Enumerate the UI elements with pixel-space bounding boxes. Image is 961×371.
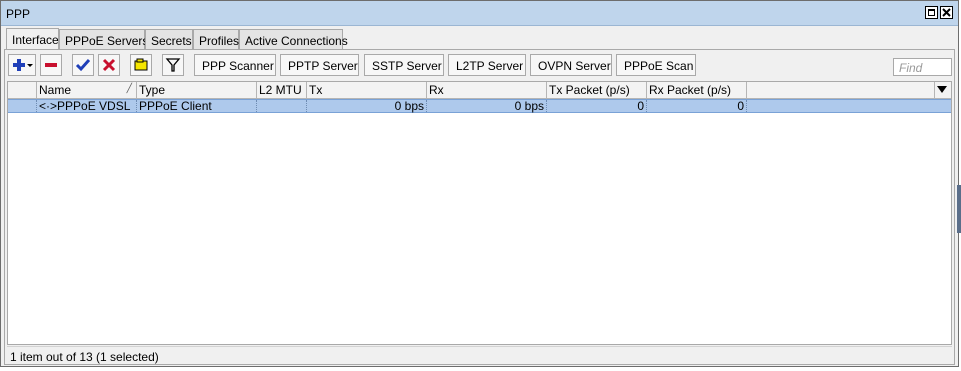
- button-label: PPPoE Scan: [624, 59, 694, 73]
- tab-label: Interface: [12, 33, 59, 47]
- disable-button[interactable]: [98, 54, 120, 76]
- column-header-spacer: [747, 82, 935, 98]
- tab-label: Profiles: [199, 34, 240, 48]
- cell-rx: 0 bps: [427, 100, 547, 112]
- window-title: PPP: [6, 7, 31, 21]
- cell-l2mtu: [257, 100, 307, 112]
- filter-icon: [165, 58, 181, 72]
- comment-icon: [134, 58, 148, 71]
- ppp-scanner-button[interactable]: PPP Scanner: [194, 54, 276, 76]
- column-label: Tx: [309, 83, 323, 97]
- disable-icon: [102, 58, 116, 72]
- button-label: PPP Scanner: [202, 59, 274, 73]
- table-header: Name ╱ Type L2 MTU Tx Rx Tx Packet (p/s) …: [8, 82, 951, 99]
- tab-secrets[interactable]: Secrets: [145, 29, 193, 49]
- interface-table: Name ╱ Type L2 MTU Tx Rx Tx Packet (p/s) …: [7, 81, 952, 345]
- ovpn-server-button[interactable]: OVPN Server: [530, 54, 612, 76]
- tab-content: PPP Scanner PPTP Server SSTP Server L2TP…: [4, 49, 955, 365]
- sstp-server-button[interactable]: SSTP Server: [364, 54, 444, 76]
- button-label: SSTP Server: [372, 59, 442, 73]
- pppoe-scan-button[interactable]: PPPoE Scan: [616, 54, 696, 76]
- title-bar[interactable]: PPP: [1, 1, 958, 26]
- column-label: Rx: [429, 83, 444, 97]
- column-label: Name: [39, 83, 72, 97]
- status-divider: [7, 346, 952, 347]
- tab-label: Secrets: [151, 34, 192, 48]
- column-header-l2mtu[interactable]: L2 MTU: [257, 82, 307, 98]
- remove-button[interactable]: [40, 54, 62, 76]
- maximize-icon[interactable]: [925, 6, 938, 19]
- column-label: Tx Packet (p/s): [549, 83, 630, 97]
- ppp-window: PPP Interface PPPoE Servers Secrets Prof…: [0, 0, 959, 367]
- l2tp-server-button[interactable]: L2TP Server: [448, 54, 526, 76]
- tab-active-connections[interactable]: Active Connections: [239, 29, 348, 49]
- tab-pppoe-servers[interactable]: PPPoE Servers: [59, 29, 149, 49]
- column-header-rx[interactable]: Rx: [427, 82, 547, 98]
- remove-icon: [45, 63, 57, 67]
- close-icon[interactable]: [940, 6, 953, 19]
- tab-interface[interactable]: Interface: [6, 28, 59, 49]
- enable-button[interactable]: [72, 54, 94, 76]
- background-window-strip: [0, 367, 961, 371]
- enable-icon: [75, 59, 91, 72]
- column-header-flags[interactable]: [8, 82, 37, 98]
- filter-button[interactable]: [162, 54, 184, 76]
- button-label: OVPN Server: [538, 59, 611, 73]
- tab-label: PPPoE Servers: [65, 34, 149, 48]
- cell-rx-packet: 0: [647, 100, 747, 112]
- column-label: Rx Packet (p/s): [649, 83, 732, 97]
- button-label: PPTP Server: [288, 59, 358, 73]
- table-row[interactable]: <·>PPPoE VDSL PPPoE Client 0 bps 0 bps 0…: [8, 99, 951, 113]
- button-label: L2TP Server: [456, 59, 524, 73]
- find-input[interactable]: Find: [893, 58, 952, 76]
- status-bar-text: 1 item out of 13 (1 selected): [10, 350, 159, 364]
- tab-label: Active Connections: [245, 34, 348, 48]
- tab-profiles[interactable]: Profiles: [193, 29, 239, 49]
- sort-icon: ╱: [126, 83, 132, 93]
- column-chooser-icon[interactable]: [937, 86, 947, 93]
- add-button[interactable]: [8, 54, 36, 76]
- add-icon: [13, 59, 33, 71]
- cell-tx-packet: 0: [547, 100, 647, 112]
- comment-button[interactable]: [130, 54, 152, 76]
- column-label: Type: [139, 83, 166, 97]
- column-header-name[interactable]: Name ╱: [37, 82, 137, 98]
- resize-handle[interactable]: [957, 185, 961, 233]
- column-header-tx[interactable]: Tx: [307, 82, 427, 98]
- cell-type: PPPoE Client: [137, 100, 257, 112]
- column-label: L2 MTU: [259, 83, 302, 97]
- column-header-rx-packet[interactable]: Rx Packet (p/s): [647, 82, 747, 98]
- column-header-type[interactable]: Type: [137, 82, 257, 98]
- cell-name: <·>PPPoE VDSL: [37, 100, 137, 112]
- pptp-server-button[interactable]: PPTP Server: [280, 54, 359, 76]
- cell-flags: [8, 100, 37, 112]
- column-header-tx-packet[interactable]: Tx Packet (p/s): [547, 82, 647, 98]
- cell-tx: 0 bps: [307, 100, 427, 112]
